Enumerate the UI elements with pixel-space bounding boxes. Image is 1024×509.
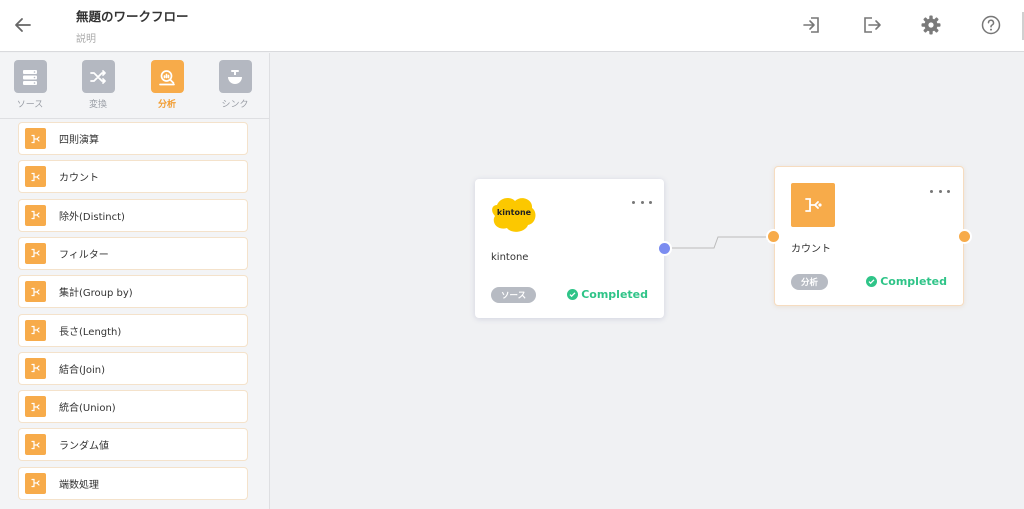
tab-analysis[interactable]: 分析 [137,60,197,116]
palette-item-label: 結合(Join) [59,364,105,376]
palette-item[interactable]: カウント [18,160,248,194]
node-type-badge: ソース [491,287,537,303]
back-button[interactable] [10,12,36,38]
kintone-logo: kintone [491,197,537,237]
node-title: カウント [791,244,831,255]
workflow-description[interactable]: 説明 [76,30,96,45]
shuffle-icon [81,60,115,93]
node-status-text: Completed [880,275,947,288]
palette-item-label: 四則演算 [59,135,99,146]
palette-item[interactable]: 集計(Group by) [18,275,248,309]
palette-item[interactable]: 除外(Distinct) [18,198,248,232]
workflow-canvas[interactable]: kintone kintone ソース Completed カウント 分析 Co… [271,53,1024,509]
output-port[interactable] [659,243,670,254]
flow-split-icon [25,204,46,226]
flow-split-icon [25,166,46,188]
flow-split-icon [25,319,46,341]
node-type-icon [791,183,835,227]
palette-item[interactable]: ランダム値 [18,428,248,462]
top-bar: 無題のワークフロー 説明 [0,0,1024,52]
output-port[interactable] [959,231,970,242]
source-node-kintone[interactable]: kintone kintone ソース Completed [475,179,664,318]
flow-split-icon [25,128,46,149]
more-dot [938,189,942,193]
palette-item-label: カウント [59,173,99,185]
palette-item-label: フィルター [59,249,109,261]
palette-item[interactable]: 四則演算 [18,122,248,155]
palette-item-label: 除外(Distinct) [59,211,125,223]
flow-split-icon [25,434,46,456]
node-title: kintone [491,252,529,263]
database-icon [13,60,47,93]
node-status: Completed [866,275,947,288]
tab-source-label: ソース [16,100,44,110]
workflow-title[interactable]: 無題のワークフロー [76,6,189,25]
node-type-badge: 分析 [791,274,829,290]
palette-item[interactable]: 端数処理 [18,466,248,500]
export-icon [864,17,881,33]
tab-sink[interactable]: シンク [205,60,265,116]
palette-item-label: 集計(Group by) [59,288,133,300]
palette-item[interactable]: 結合(Join) [18,351,248,385]
more-dots-icon [930,189,933,193]
palette-item[interactable]: 長さ(Length) [18,313,248,347]
more-dot [649,200,652,204]
flow-split-icon [25,357,46,379]
node-palette: ソース 変換 分析 シンク 四則演算カウント除外(Distinct) フィルター集… [0,53,270,509]
kintone-logo-text: kintone [496,208,532,217]
flow-split-icon [25,242,46,264]
more-dot [640,200,644,204]
palette-item-label: 端数処理 [59,479,99,491]
arrow-left-icon [15,18,31,32]
input-port[interactable] [768,231,779,242]
export-button[interactable] [859,12,885,38]
help-icon [981,15,1001,35]
check-circle-icon [866,276,878,287]
flow-split-icon [25,281,46,303]
palette-item[interactable]: 統合(Union) [18,390,248,424]
palette-item-label: 統合(Union) [59,403,116,415]
tab-transform[interactable]: 変換 [68,60,128,116]
help-button[interactable] [978,12,1004,38]
flow-split-icon [25,472,46,494]
tab-analysis-label: 分析 [157,100,176,110]
check-circle-icon [567,289,579,300]
node-status: Completed [567,288,648,301]
palette-item-label: ランダム値 [59,441,109,453]
flow-split-icon [805,198,822,212]
tab-sink-label: シンク [221,100,249,110]
flow-split-icon [25,396,46,418]
tab-source[interactable]: ソース [0,60,60,116]
palette-item[interactable]: フィルター [18,236,248,270]
sink-icon [218,60,252,93]
node-status-text: Completed [581,288,648,301]
analysis-node-count[interactable]: カウント 分析 Completed [774,166,964,306]
more-dots-icon [632,200,635,204]
node-menu-button[interactable] [632,196,652,208]
import-icon [803,17,819,33]
tab-transform-label: 変換 [88,100,107,110]
settings-button[interactable] [918,12,944,38]
more-dot [947,189,950,193]
import-button[interactable] [799,12,825,38]
palette-tabs: ソース 変換 分析 シンク [0,53,270,119]
analyze-icon [150,60,184,93]
gear-icon [921,15,941,35]
node-menu-button[interactable] [930,185,950,197]
palette-item-label: 長さ(Length) [59,326,122,338]
